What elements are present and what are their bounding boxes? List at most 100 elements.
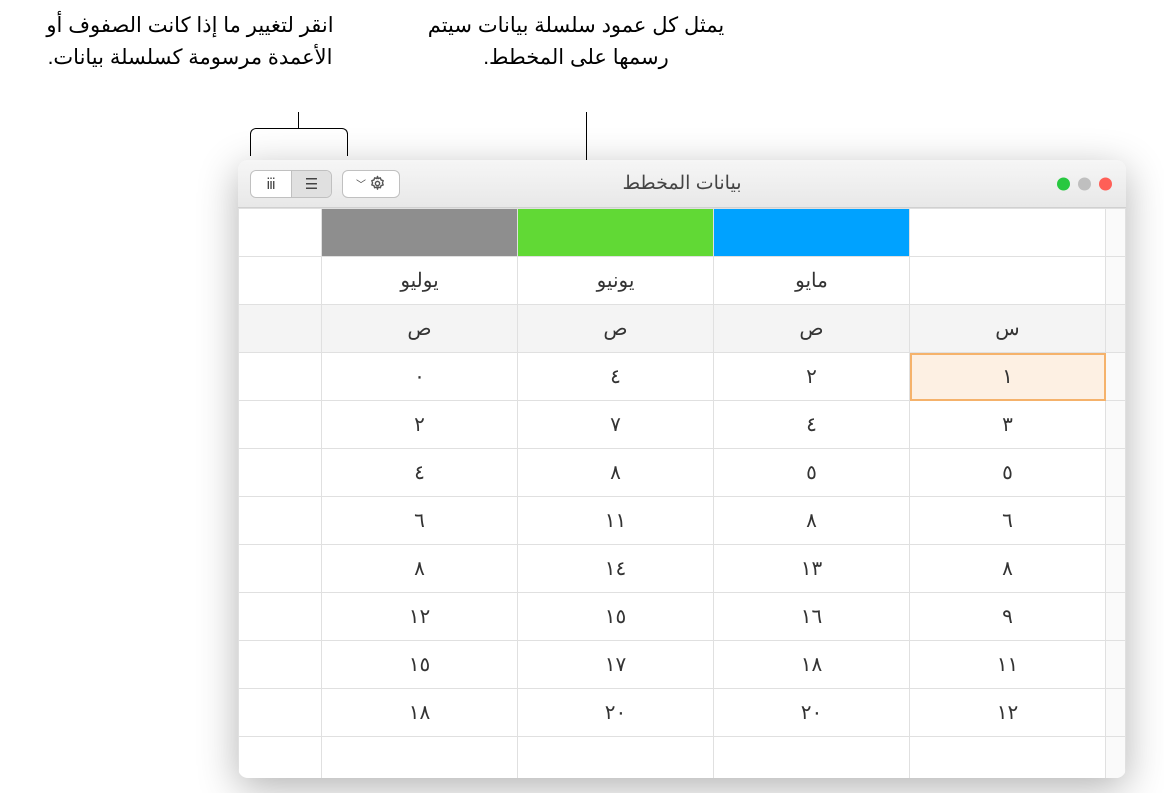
data-cell[interactable]: ٨: [518, 449, 714, 497]
data-cell[interactable]: ١١: [518, 497, 714, 545]
blank-end: [239, 545, 322, 593]
data-cell[interactable]: ١٦: [714, 593, 910, 641]
blank-end: [239, 353, 322, 401]
plot-columns-button[interactable]: ⅲ: [251, 171, 291, 197]
x-value-cell[interactable]: ٥: [910, 449, 1106, 497]
data-grid[interactable]: مايو يونيو يوليو س ص ص ص ١٢٤٠٣٤٧٢٥٥٨٤٦٨١…: [238, 208, 1126, 778]
blank-end: [239, 593, 322, 641]
x-value-cell[interactable]: ١: [910, 353, 1106, 401]
blank-end: [239, 497, 322, 545]
axis-label-may[interactable]: ص: [714, 305, 910, 353]
x-value-cell[interactable]: ٨: [910, 545, 1106, 593]
data-cell[interactable]: [910, 737, 1106, 779]
blank-end: [239, 641, 322, 689]
data-cell[interactable]: ١٣: [714, 545, 910, 593]
data-cell[interactable]: ١٨: [714, 641, 910, 689]
data-cell[interactable]: ١٨: [322, 689, 518, 737]
data-cell[interactable]: ٤: [322, 449, 518, 497]
row-handle[interactable]: [1106, 449, 1126, 497]
annotation-toggle: انقر لتغيير ما إذا كانت الصفوف أو الأعمد…: [40, 10, 340, 73]
data-cell[interactable]: ٢٠: [714, 689, 910, 737]
x-axis-header[interactable]: س: [910, 305, 1106, 353]
data-grid-area[interactable]: مايو يونيو يوليو س ص ص ص ١٢٤٠٣٤٧٢٥٥٨٤٦٨١…: [238, 208, 1126, 778]
row-handle[interactable]: [1106, 641, 1126, 689]
blank-corner: [910, 257, 1106, 305]
data-cell[interactable]: ١٥: [322, 641, 518, 689]
data-cell[interactable]: ١٥: [518, 593, 714, 641]
series-label-may[interactable]: مايو: [714, 257, 910, 305]
traffic-lights: [1057, 177, 1112, 190]
data-cell[interactable]: ٢: [322, 401, 518, 449]
x-value-cell[interactable]: ٩: [910, 593, 1106, 641]
plot-rows-button[interactable]: ☰: [291, 171, 331, 197]
data-cell[interactable]: [714, 737, 910, 779]
close-button[interactable]: [1099, 177, 1112, 190]
data-cell[interactable]: [518, 737, 714, 779]
columns-icon: ⅲ: [266, 175, 276, 193]
callout-bracket: [250, 128, 348, 156]
row-handle[interactable]: [1106, 545, 1126, 593]
data-cell[interactable]: ٤: [714, 401, 910, 449]
series-color-june[interactable]: [518, 209, 714, 257]
row-handle[interactable]: [1106, 209, 1126, 257]
row-handle[interactable]: [1106, 401, 1126, 449]
data-cell[interactable]: ٠: [322, 353, 518, 401]
x-value-cell[interactable]: ١١: [910, 641, 1106, 689]
data-cell[interactable]: ١٧: [518, 641, 714, 689]
data-row: ٦٨١١٦: [239, 497, 1126, 545]
series-color-may[interactable]: [714, 209, 910, 257]
data-row: ١٢٢٠٢٠١٨: [239, 689, 1126, 737]
axis-label-july[interactable]: ص: [322, 305, 518, 353]
series-color-july[interactable]: [322, 209, 518, 257]
row-handle[interactable]: [1106, 737, 1126, 779]
minimize-button[interactable]: [1078, 177, 1091, 190]
row-column-toggle[interactable]: ⅲ ☰: [250, 170, 332, 198]
data-row: ٨١٣١٤٨: [239, 545, 1126, 593]
blank-end: [239, 689, 322, 737]
data-cell[interactable]: ٨: [322, 545, 518, 593]
data-cell[interactable]: ١٤: [518, 545, 714, 593]
titlebar: بيانات المخطط ⅲ ☰ ﹀: [238, 160, 1126, 208]
data-cell[interactable]: ٥: [714, 449, 910, 497]
blank-end: [239, 401, 322, 449]
gear-icon: [369, 175, 386, 192]
row-handle[interactable]: [1106, 593, 1126, 641]
series-label-row: مايو يونيو يوليو: [239, 257, 1126, 305]
callout-bracket-stem: [298, 112, 299, 128]
data-row: ٣٤٧٢: [239, 401, 1126, 449]
data-cell[interactable]: ٢: [714, 353, 910, 401]
annotation-series: يمثل كل عمود سلسلة بيانات سيتم رسمها على…: [416, 10, 736, 73]
blank-end: [239, 737, 322, 779]
blank-end: [239, 305, 322, 353]
data-row: ١١١٨١٧١٥: [239, 641, 1126, 689]
data-cell[interactable]: ٨: [714, 497, 910, 545]
zoom-button[interactable]: [1057, 177, 1070, 190]
data-row: ١٢٤٠: [239, 353, 1126, 401]
blank-end: [239, 209, 322, 257]
rows-icon: ☰: [305, 175, 318, 193]
row-handle[interactable]: [1106, 353, 1126, 401]
x-value-cell[interactable]: ٣: [910, 401, 1106, 449]
row-handle[interactable]: [1106, 689, 1126, 737]
row-handle[interactable]: [1106, 305, 1126, 353]
series-label-july[interactable]: يوليو: [322, 257, 518, 305]
settings-menu-button[interactable]: ﹀: [342, 170, 400, 198]
empty-row[interactable]: [239, 737, 1126, 779]
data-row: ٩١٦١٥١٢: [239, 593, 1126, 641]
data-cell[interactable]: ٢٠: [518, 689, 714, 737]
x-value-cell[interactable]: ٦: [910, 497, 1106, 545]
data-cell[interactable]: [322, 737, 518, 779]
data-cell[interactable]: ٦: [322, 497, 518, 545]
color-bar-row: [239, 209, 1126, 257]
data-cell[interactable]: ٤: [518, 353, 714, 401]
row-handle[interactable]: [1106, 257, 1126, 305]
blank-corner: [910, 209, 1106, 257]
data-row: ٥٥٨٤: [239, 449, 1126, 497]
data-cell[interactable]: ٧: [518, 401, 714, 449]
row-handle[interactable]: [1106, 497, 1126, 545]
axis-label-june[interactable]: ص: [518, 305, 714, 353]
toolbar: ⅲ ☰ ﹀: [250, 170, 400, 198]
data-cell[interactable]: ١٢: [322, 593, 518, 641]
x-value-cell[interactable]: ١٢: [910, 689, 1106, 737]
series-label-june[interactable]: يونيو: [518, 257, 714, 305]
